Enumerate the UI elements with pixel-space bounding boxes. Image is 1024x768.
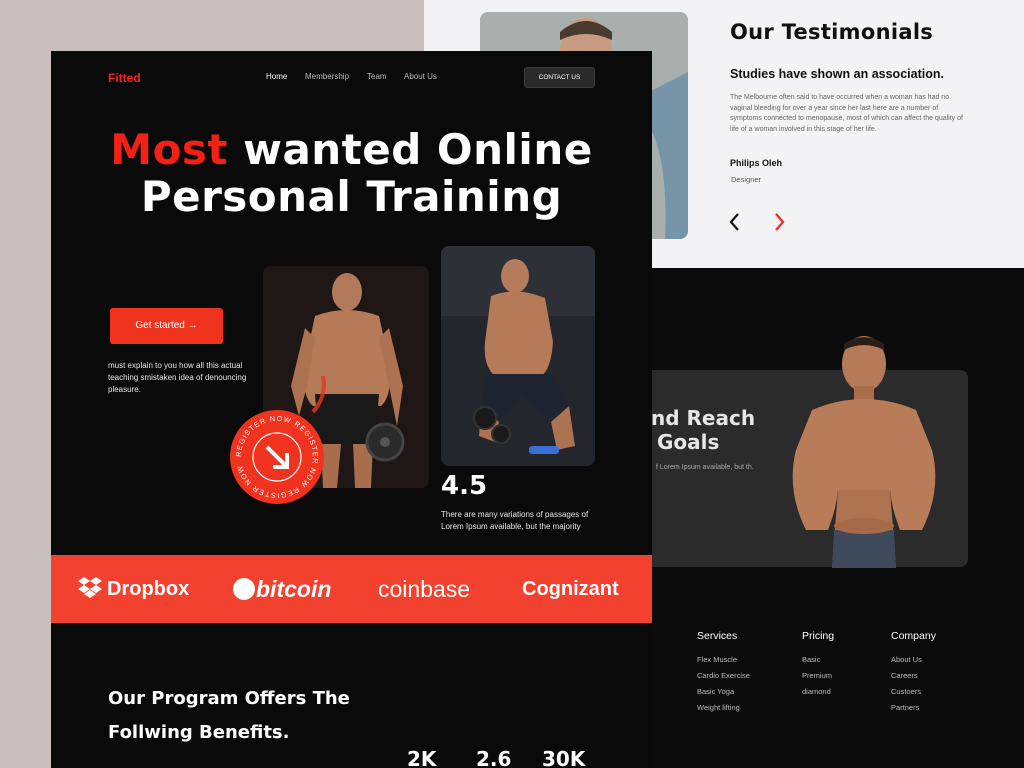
- footer-link[interactable]: Basic Yoga: [697, 684, 750, 700]
- testimonial-author-name: Philips Oleh: [730, 158, 783, 168]
- footer-column-title: Company: [891, 630, 936, 642]
- nav-membership[interactable]: Membership: [305, 72, 349, 81]
- rating-value: 4.5: [441, 471, 488, 501]
- testimonial-body: The Melbourne often said to have occurre…: [730, 94, 963, 133]
- footer-link[interactable]: Flex Muscle: [697, 652, 750, 668]
- stat-value: 30K: [542, 747, 586, 768]
- footer-link[interactable]: About Us: [891, 652, 936, 668]
- testimonial-subheading: Studies have shown an association.: [730, 67, 944, 81]
- testimonial-author-role: Designer: [731, 175, 762, 184]
- next-arrow-icon[interactable]: [768, 209, 790, 235]
- hero-title-line1: Most wanted Online: [51, 125, 652, 174]
- nav-team[interactable]: Team: [367, 72, 387, 81]
- logo[interactable]: Fitted: [108, 71, 141, 85]
- footer-link[interactable]: diamond: [802, 684, 834, 700]
- testimonials-heading: Our Testimonials: [730, 20, 934, 44]
- footer-link[interactable]: Cardio Exercise: [697, 668, 750, 684]
- rating-description: There are many variations of passages of…: [441, 510, 589, 531]
- hero-title-highlight: Most: [110, 125, 229, 174]
- footer-link[interactable]: Partners: [891, 700, 936, 716]
- brand-logos-band: Dropbox bitcoin coinbase Cognizant: [51, 555, 652, 623]
- hero-title-rest: wanted Online: [228, 125, 593, 174]
- footer-column-services: Services Flex Muscle Cardio Exercise Bas…: [697, 630, 750, 716]
- footer-column-pricing: Pricing Basic Premium diamond: [802, 630, 834, 700]
- prev-arrow-icon[interactable]: [724, 209, 746, 235]
- coinbase-logo: coinbase: [378, 576, 471, 602]
- bitcoin-icon: [233, 578, 255, 600]
- program-heading-line1: Our Program Offers The: [108, 688, 350, 709]
- footer-column-title: Pricing: [802, 630, 835, 642]
- nav-home[interactable]: Home: [266, 72, 287, 81]
- footer-link[interactable]: Custoers: [891, 684, 936, 700]
- dropbox-icon: [78, 577, 102, 598]
- nav-about-us[interactable]: About Us: [404, 72, 437, 81]
- stat-value: 2.6: [476, 747, 512, 768]
- goals-subtitle: f Lorem Ipsum available, but th.: [656, 464, 754, 471]
- footer-column-title: Services: [697, 630, 738, 642]
- cognizant-logo: Cognizant: [522, 578, 619, 600]
- goals-title: nd Reach Goals: [651, 406, 756, 454]
- footer-link[interactable]: Premium: [802, 668, 834, 684]
- hero-title-line2: Personal Training: [140, 172, 563, 221]
- get-started-button[interactable]: Get started →: [110, 308, 223, 344]
- contact-us-button[interactable]: CONTACT US: [524, 67, 595, 88]
- program-heading-line2: Follwing Benefits.: [108, 722, 290, 743]
- dropbox-logo: Dropbox: [77, 555, 189, 623]
- bitcoin-logo: bitcoin: [233, 555, 331, 623]
- register-now-badge[interactable]: REGISTER NOW REGISTER NOW REGISTER NOW: [229, 409, 325, 505]
- stat-value: 2K: [407, 747, 437, 768]
- bodybuilder-image: [772, 330, 950, 568]
- footer-link[interactable]: Weight lifting: [697, 700, 750, 716]
- athlete-photo-kneeling: [441, 246, 595, 466]
- hero-description: must explain to you how all this actual …: [108, 361, 247, 394]
- footer-column-company: Company About Us Careers Custoers Partne…: [891, 630, 936, 716]
- footer-link[interactable]: Careers: [891, 668, 936, 684]
- footer-link[interactable]: Basic: [802, 652, 834, 668]
- landing-page-card: Fitted Home Membership Team About Us CON…: [51, 51, 652, 768]
